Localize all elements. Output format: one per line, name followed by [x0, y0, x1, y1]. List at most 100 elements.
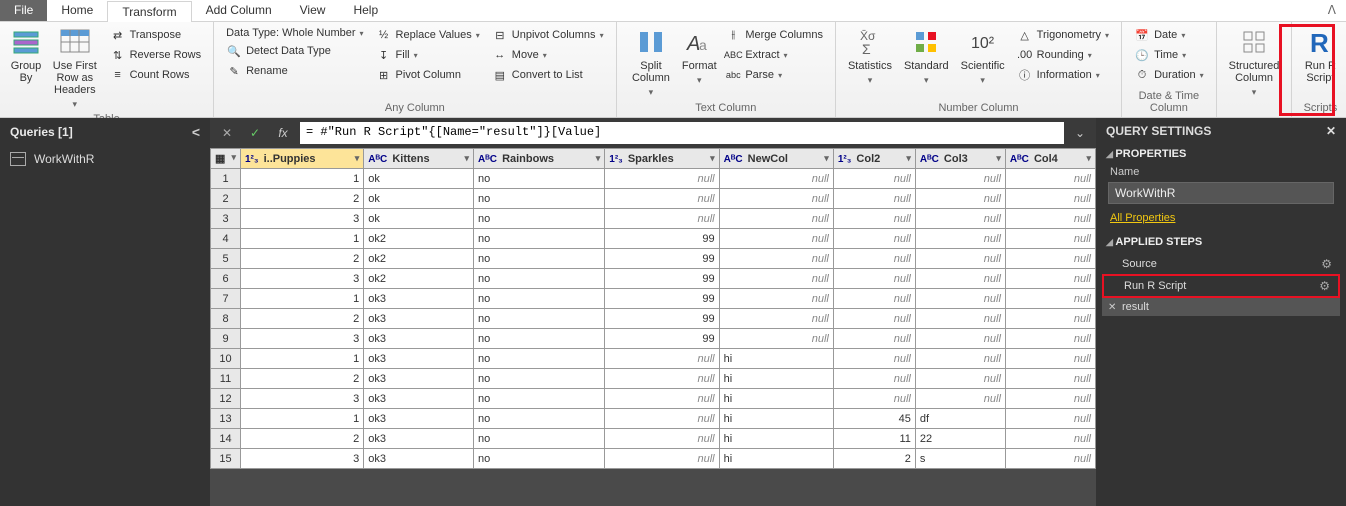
menu-add-column[interactable]: Add Column — [192, 0, 286, 21]
cell[interactable]: null — [915, 229, 1005, 249]
query-item-workwithr[interactable]: WorkWithR — [0, 146, 210, 172]
structured-column-button[interactable]: Structured Column — [1223, 24, 1286, 100]
information-button[interactable]: ⓘInformation▾ — [1015, 66, 1111, 84]
cell[interactable]: null — [915, 289, 1005, 309]
cell[interactable]: hi — [719, 409, 833, 429]
column-header-rainbows[interactable]: AᴮC Rainbows▾ — [474, 149, 605, 169]
cell[interactable]: ok3 — [364, 369, 474, 389]
cell[interactable]: null — [605, 449, 719, 469]
menu-home[interactable]: Home — [47, 0, 107, 21]
menu-file[interactable]: File — [0, 0, 47, 21]
detect-data-type-button[interactable]: 🔍Detect Data Type — [224, 42, 365, 60]
cell[interactable]: 1 — [241, 229, 364, 249]
standard-button[interactable]: Standard — [898, 24, 955, 88]
time-button[interactable]: 🕒Time▾ — [1132, 46, 1206, 64]
row-number[interactable]: 13 — [211, 409, 241, 429]
cell[interactable]: null — [915, 329, 1005, 349]
cell[interactable]: null — [719, 209, 833, 229]
duration-button[interactable]: ⏱Duration▾ — [1132, 66, 1206, 84]
column-header-col2[interactable]: 1²₃ Col2▾ — [833, 149, 915, 169]
applied-step-result[interactable]: result — [1102, 298, 1340, 316]
cell[interactable]: hi — [719, 429, 833, 449]
cell[interactable]: 3 — [241, 329, 364, 349]
cell[interactable]: 1 — [241, 349, 364, 369]
cell[interactable]: ok — [364, 189, 474, 209]
formula-input[interactable]: = #"Run R Script"{[Name="result"]}[Value… — [300, 122, 1064, 144]
date-button[interactable]: 📅Date▾ — [1132, 26, 1206, 44]
cell[interactable]: null — [605, 349, 719, 369]
cell[interactable]: null — [605, 369, 719, 389]
applied-step-run-r-script[interactable]: Run R Script⚙ — [1102, 274, 1340, 298]
convert-to-list-button[interactable]: ▤Convert to List — [490, 66, 606, 84]
menu-view[interactable]: View — [286, 0, 340, 21]
menu-transform[interactable]: Transform — [107, 1, 191, 22]
cell[interactable]: null — [915, 369, 1005, 389]
row-number[interactable]: 11 — [211, 369, 241, 389]
row-number[interactable]: 3 — [211, 209, 241, 229]
formula-expand-button[interactable]: ⌄ — [1070, 126, 1090, 140]
cell[interactable]: null — [915, 269, 1005, 289]
cell[interactable]: hi — [719, 449, 833, 469]
cell[interactable]: df — [915, 409, 1005, 429]
cell[interactable]: 2 — [241, 429, 364, 449]
first-row-headers-button[interactable]: Use First Row as Headers — [46, 24, 104, 112]
cell[interactable]: 2 — [833, 449, 915, 469]
parse-button[interactable]: abcParse▾ — [723, 66, 825, 84]
cell[interactable]: null — [833, 289, 915, 309]
cell[interactable]: no — [474, 349, 605, 369]
cell[interactable]: no — [474, 369, 605, 389]
cell[interactable]: no — [474, 209, 605, 229]
cell[interactable]: null — [1005, 409, 1095, 429]
cell[interactable]: null — [605, 409, 719, 429]
cell[interactable]: null — [719, 269, 833, 289]
cell[interactable]: ok3 — [364, 329, 474, 349]
cell[interactable]: null — [605, 389, 719, 409]
cell[interactable]: no — [474, 229, 605, 249]
cell[interactable]: null — [833, 269, 915, 289]
column-header-i-puppies[interactable]: 1²₃ i..Puppies▾ — [241, 149, 364, 169]
cell[interactable]: ok3 — [364, 429, 474, 449]
cell[interactable]: null — [719, 309, 833, 329]
cell[interactable]: null — [719, 229, 833, 249]
cell[interactable]: 1 — [241, 409, 364, 429]
group-by-button[interactable]: Group By — [6, 24, 46, 86]
cell[interactable]: null — [1005, 389, 1095, 409]
cell[interactable]: null — [915, 169, 1005, 189]
fx-icon[interactable]: fx — [272, 122, 294, 144]
cell[interactable]: hi — [719, 369, 833, 389]
cell[interactable]: hi — [719, 389, 833, 409]
cell[interactable]: null — [1005, 209, 1095, 229]
column-header-sparkles[interactable]: 1²₃ Sparkles▾ — [605, 149, 719, 169]
replace-values-button[interactable]: ½Replace Values▾ — [374, 26, 482, 44]
formula-cancel-button[interactable]: ✕ — [216, 122, 238, 144]
cell[interactable]: 3 — [241, 209, 364, 229]
cell[interactable]: null — [719, 169, 833, 189]
reverse-rows-button[interactable]: ⇅Reverse Rows — [108, 46, 204, 64]
cell[interactable]: null — [833, 209, 915, 229]
cell[interactable]: null — [1005, 169, 1095, 189]
column-header-newcol[interactable]: AᴮC NewCol▾ — [719, 149, 833, 169]
trigonometry-button[interactable]: △Trigonometry▾ — [1015, 26, 1111, 44]
cell[interactable]: null — [833, 369, 915, 389]
cell[interactable]: null — [915, 209, 1005, 229]
cell[interactable]: null — [719, 289, 833, 309]
queries-header[interactable]: Queries [1] < — [0, 118, 210, 146]
cell[interactable]: ok — [364, 209, 474, 229]
cell[interactable]: no — [474, 449, 605, 469]
cell[interactable]: ok2 — [364, 229, 474, 249]
cell[interactable]: 99 — [605, 269, 719, 289]
cell[interactable]: 99 — [605, 329, 719, 349]
cell[interactable]: null — [1005, 249, 1095, 269]
cell[interactable]: null — [1005, 329, 1095, 349]
applied-steps-section[interactable]: APPLIED STEPS — [1096, 232, 1346, 252]
cell[interactable]: null — [719, 249, 833, 269]
rounding-button[interactable]: .00Rounding▾ — [1015, 46, 1111, 64]
cell[interactable]: null — [1005, 309, 1095, 329]
gear-icon[interactable]: ⚙ — [1321, 257, 1332, 271]
cell[interactable]: 1 — [241, 289, 364, 309]
cell[interactable]: hi — [719, 349, 833, 369]
run-r-script-button[interactable]: R Run R Script — [1298, 24, 1342, 86]
cell[interactable]: 45 — [833, 409, 915, 429]
cell[interactable]: no — [474, 289, 605, 309]
applied-step-source[interactable]: Source⚙ — [1102, 254, 1340, 274]
